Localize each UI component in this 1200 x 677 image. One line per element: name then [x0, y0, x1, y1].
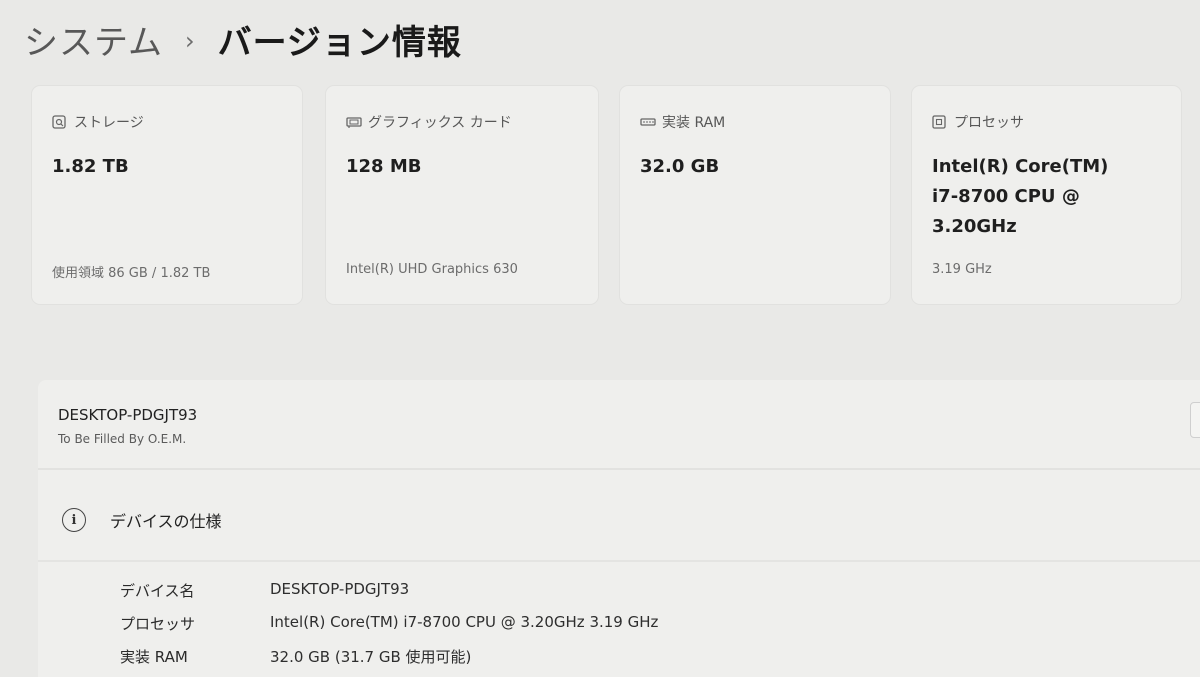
- ram-icon: [640, 115, 656, 129]
- processor-card-header: プロセッサ: [932, 112, 1024, 132]
- spec-label: プロセッサ: [120, 615, 196, 633]
- device-panel: DESKTOP-PDGJT93 To Be Filled By O.E.M. i…: [38, 380, 1200, 677]
- spec-value: DESKTOP-PDGJT93: [270, 580, 410, 598]
- rename-pc-button[interactable]: [1190, 402, 1200, 438]
- storage-card[interactable]: ストレージ 1.82 TB 使用領域 86 GB / 1.82 TB: [32, 86, 302, 304]
- breadcrumb-separator: ›: [184, 27, 196, 55]
- processor-card-value: Intel(R) Core(TM) i7-8700 CPU @ 3.20GHz: [932, 156, 1109, 237]
- graphics-card-value: 128 MB: [346, 156, 422, 177]
- spec-cards: ストレージ 1.82 TB 使用領域 86 GB / 1.82 TB グラフィッ…: [32, 86, 1200, 304]
- storage-card-value: 1.82 TB: [52, 156, 129, 177]
- info-icon: i: [62, 508, 86, 532]
- ram-card-header: 実装 RAM: [640, 112, 725, 132]
- graphics-card[interactable]: グラフィックス カード 128 MB Intel(R) UHD Graphics…: [326, 86, 598, 304]
- storage-card-subtext: 使用領域 86 GB / 1.82 TB: [52, 266, 211, 281]
- storage-icon: [52, 115, 66, 129]
- spec-row-device-name: デバイス名 DESKTOP-PDGJT93: [120, 580, 409, 601]
- breadcrumb-system-link[interactable]: システム: [24, 15, 163, 64]
- ram-card-value: 32.0 GB: [640, 156, 720, 177]
- spec-label: 実装 RAM: [120, 648, 188, 666]
- processor-card[interactable]: プロセッサ Intel(R) Core(TM) i7-8700 CPU @ 3.…: [912, 86, 1181, 304]
- storage-card-label: ストレージ: [74, 115, 144, 131]
- spec-row-ram: 実装 RAM 32.0 GB (31.7 GB 使用可能): [120, 646, 471, 667]
- ram-card[interactable]: 実装 RAM 32.0 GB: [620, 86, 890, 304]
- device-model: To Be Filled By O.E.M.: [58, 432, 187, 446]
- graphics-card-label: グラフィックス カード: [368, 115, 512, 131]
- storage-card-header: ストレージ: [52, 112, 144, 132]
- device-name: DESKTOP-PDGJT93: [58, 406, 198, 424]
- spec-value: Intel(R) Core(TM) i7-8700 CPU @ 3.20GHz …: [270, 613, 659, 631]
- device-specs-title: デバイスの仕様: [110, 512, 222, 531]
- ram-card-label: 実装 RAM: [662, 115, 726, 131]
- device-specs-header[interactable]: i デバイスの仕様: [62, 508, 222, 532]
- graphics-card-header: グラフィックス カード: [346, 112, 512, 132]
- spec-value: 32.0 GB (31.7 GB 使用可能): [270, 648, 472, 666]
- processor-icon: [932, 115, 946, 129]
- spec-row-processor: プロセッサ Intel(R) Core(TM) i7-8700 CPU @ 3.…: [120, 613, 658, 634]
- specs-divider: [38, 560, 1200, 562]
- processor-card-subtext: 3.19 GHz: [932, 262, 992, 277]
- graphics-card-icon: [346, 115, 362, 129]
- page-title: バージョン情報: [217, 22, 462, 63]
- graphics-card-subtext: Intel(R) UHD Graphics 630: [346, 262, 518, 277]
- spec-label: デバイス名: [120, 582, 195, 600]
- section-divider: [38, 468, 1200, 470]
- processor-card-label: プロセッサ: [954, 115, 1024, 131]
- breadcrumb: システム › バージョン情報: [24, 10, 462, 68]
